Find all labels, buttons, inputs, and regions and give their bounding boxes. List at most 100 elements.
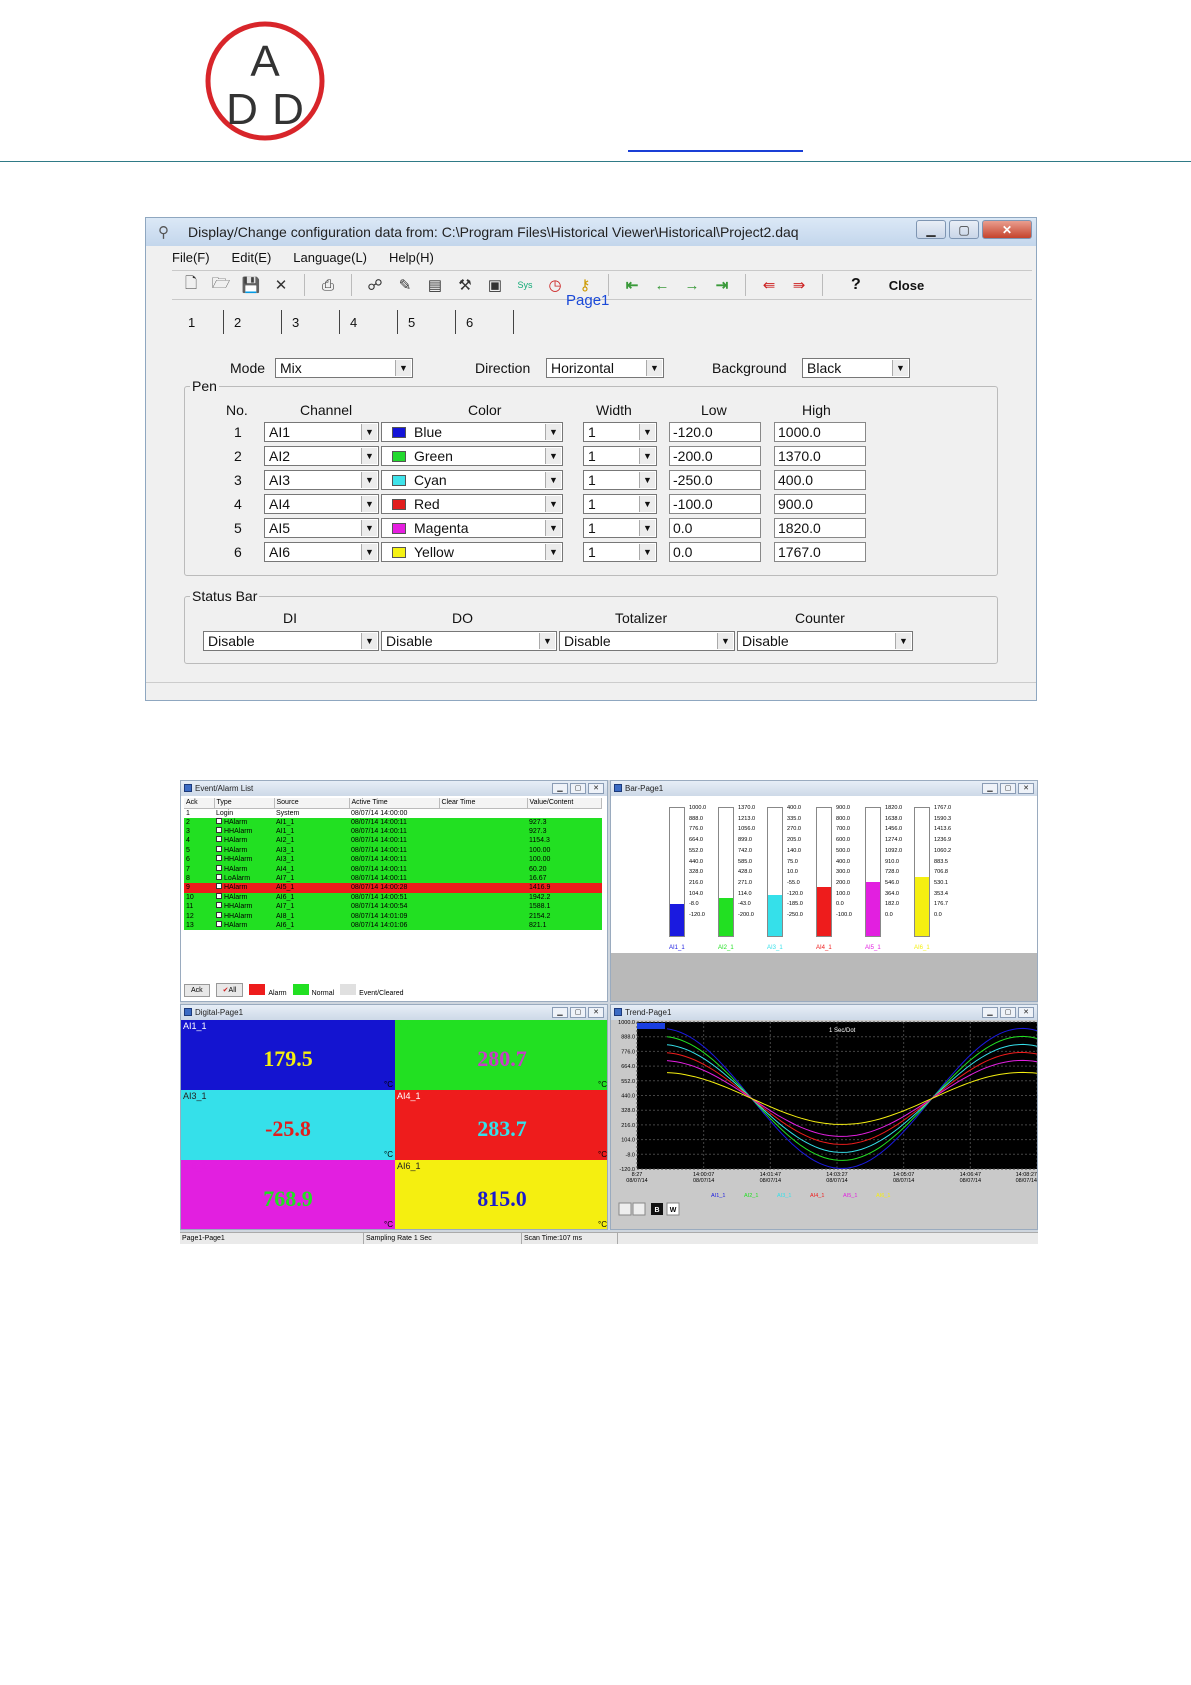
close-button[interactable]: Close [889, 278, 924, 293]
tab-page-6[interactable]: 6 [456, 310, 514, 334]
pen-width-select[interactable]: 1 ▼ [583, 494, 657, 514]
di-select[interactable]: Disable ▼ [203, 631, 379, 651]
new-file-icon[interactable]: 🗋 [180, 274, 202, 296]
pen-high-input[interactable]: 400.0 [774, 470, 866, 490]
pen-high-input[interactable]: 900.0 [774, 494, 866, 514]
tab-page-3[interactable]: 3 [282, 310, 340, 334]
row-checkbox[interactable] [216, 836, 222, 843]
tab-page-1[interactable]: 1 [184, 310, 224, 334]
event-row[interactable]: 13 HAlarm AI6_1 08/07/14 14:01:06 821.1 [184, 920, 602, 931]
menu-file[interactable]: File(F) [172, 250, 210, 265]
pen-color-select[interactable]: Blue ▼ [381, 422, 563, 442]
pen-low-input[interactable]: -250.0 [669, 470, 761, 490]
col-active-time[interactable]: Active Time [349, 798, 440, 809]
event-row[interactable]: 2 HAlarm AI1_1 08/07/14 14:00:11 927.3 [184, 817, 602, 827]
pen-color-select[interactable]: Magenta ▼ [381, 518, 563, 538]
row-checkbox[interactable] [216, 864, 222, 871]
previous-page-icon[interactable]: ← [651, 274, 673, 296]
pen-high-input[interactable]: 1370.0 [774, 446, 866, 466]
last-page-icon[interactable]: ⇥ [711, 274, 733, 296]
restore-button[interactable]: ▢ [570, 1007, 586, 1018]
mode-select[interactable]: Mix ▼ [275, 358, 413, 378]
pen-width-select[interactable]: 1 ▼ [583, 542, 657, 562]
tab-page-2[interactable]: 2 [224, 310, 282, 334]
help-button[interactable]: ? [851, 276, 861, 294]
col-value[interactable]: Value/Content [527, 798, 602, 809]
pen-low-input[interactable]: 0.0 [669, 542, 761, 562]
row-checkbox[interactable] [216, 902, 222, 909]
pen-color-select[interactable]: Red ▼ [381, 494, 563, 514]
save-icon[interactable]: 💾 [240, 274, 262, 296]
row-checkbox[interactable] [216, 911, 222, 918]
col-source[interactable]: Source [274, 798, 350, 809]
import-icon[interactable]: ⇚ [758, 274, 780, 296]
totalizer-select[interactable]: Disable ▼ [559, 631, 735, 651]
restore-button[interactable]: ▢ [1000, 1007, 1016, 1018]
tab-page-4[interactable]: 4 [340, 310, 398, 334]
row-checkbox[interactable] [216, 845, 222, 852]
next-page-icon[interactable]: → [681, 274, 703, 296]
pen-width-select[interactable]: 1 ▼ [583, 422, 657, 442]
event-pane-titlebar[interactable]: Event/Alarm List ▁ ▢ ✕ [181, 781, 607, 796]
col-clear-time[interactable]: Clear Time [439, 798, 528, 809]
row-checkbox[interactable] [216, 827, 222, 834]
event-row[interactable]: 10 HAlarm AI6_1 08/07/14 14:00:51 1942.2 [184, 892, 602, 903]
event-row[interactable]: 8 LoAlarm AI7_1 08/07/14 14:00:11 16.67 [184, 873, 602, 884]
minimize-button[interactable]: ▁ [552, 783, 568, 794]
restore-button[interactable]: ▢ [1000, 783, 1016, 794]
delete-icon[interactable]: ✕ [270, 274, 292, 296]
pen-channel-select[interactable]: AI6 ▼ [264, 542, 379, 562]
print-icon[interactable]: ⎙ [317, 274, 339, 296]
event-row[interactable]: 12 HHAlarm AI8_1 08/07/14 14:01:09 2154.… [184, 911, 602, 921]
open-folder-icon[interactable]: 🗁 [210, 274, 232, 296]
pen-width-select[interactable]: 1 ▼ [583, 518, 657, 538]
row-checkbox[interactable] [216, 920, 222, 927]
minimize-button[interactable]: ▁ [982, 783, 998, 794]
header-link-underline[interactable] [628, 150, 803, 152]
event-row[interactable]: 9 HAlarm AI5_1 08/07/14 14:00:28 1416.9 [184, 883, 602, 893]
close-button[interactable]: ✕ [1018, 783, 1034, 794]
event-row[interactable]: 11 HHAlarm AI7_1 08/07/14 14:00:54 1588.… [184, 902, 602, 912]
network-icon[interactable]: ☍ [364, 274, 386, 296]
tab-page-5[interactable]: 5 [398, 310, 456, 334]
restore-button[interactable]: ▢ [570, 783, 586, 794]
digital-pane-titlebar[interactable]: Digital-Page1 ▁ ▢ ✕ [181, 1005, 607, 1020]
bar-pane-titlebar[interactable]: Bar-Page1 ▁ ▢ ✕ [611, 781, 1037, 796]
pen-channel-select[interactable]: AI3 ▼ [264, 470, 379, 490]
pen-width-select[interactable]: 1 ▼ [583, 470, 657, 490]
ack-button[interactable]: Ack [184, 983, 210, 997]
pen-channel-select[interactable]: AI2 ▼ [264, 446, 379, 466]
minimize-button[interactable]: ▁ [916, 220, 946, 239]
first-page-icon[interactable]: ⇤ [621, 274, 643, 296]
pen-channel-select[interactable]: AI1 ▼ [264, 422, 379, 442]
pen-low-input[interactable]: -200.0 [669, 446, 761, 466]
counter-select[interactable]: Disable ▼ [737, 631, 913, 651]
close-window-button[interactable]: ✕ [982, 220, 1032, 239]
sys-icon[interactable]: Sys [514, 274, 536, 296]
col-ack[interactable]: Ack [184, 798, 215, 809]
col-type[interactable]: Type [214, 798, 275, 809]
monitor-icon[interactable]: ▣ [484, 274, 506, 296]
trend-pane-titlebar[interactable]: Trend-Page1 ▁ ▢ ✕ [611, 1005, 1037, 1020]
menu-help[interactable]: Help(H) [389, 250, 434, 265]
document-icon[interactable]: ▤ [424, 274, 446, 296]
row-checkbox[interactable] [216, 874, 222, 881]
pen-high-input[interactable]: 1000.0 [774, 422, 866, 442]
pen-width-select[interactable]: 1 ▼ [583, 446, 657, 466]
export-icon[interactable]: ⇛ [788, 274, 810, 296]
event-row[interactable]: 4 HAlarm AI2_1 08/07/14 14:00:11 1154.3 [184, 836, 602, 846]
background-select[interactable]: Black ▼ [802, 358, 910, 378]
pen-high-input[interactable]: 1767.0 [774, 542, 866, 562]
minimize-button[interactable]: ▁ [552, 1007, 568, 1018]
pen-color-select[interactable]: Green ▼ [381, 446, 563, 466]
pen-low-input[interactable]: 0.0 [669, 518, 761, 538]
event-row[interactable]: 7 HAlarm AI4_1 08/07/14 14:00:11 60.20 [184, 864, 602, 874]
pen-color-select[interactable]: Cyan ▼ [381, 470, 563, 490]
menu-language[interactable]: Language(L) [293, 250, 367, 265]
close-button[interactable]: ✕ [1018, 1007, 1034, 1018]
tools-icon[interactable]: ⚒ [454, 274, 476, 296]
menu-edit[interactable]: Edit(E) [232, 250, 272, 265]
all-button[interactable]: ✔All [215, 983, 244, 997]
event-row[interactable]: 6 HHAlarm AI3_1 08/07/14 14:00:11 100.00 [184, 855, 602, 865]
pen-channel-select[interactable]: AI5 ▼ [264, 518, 379, 538]
